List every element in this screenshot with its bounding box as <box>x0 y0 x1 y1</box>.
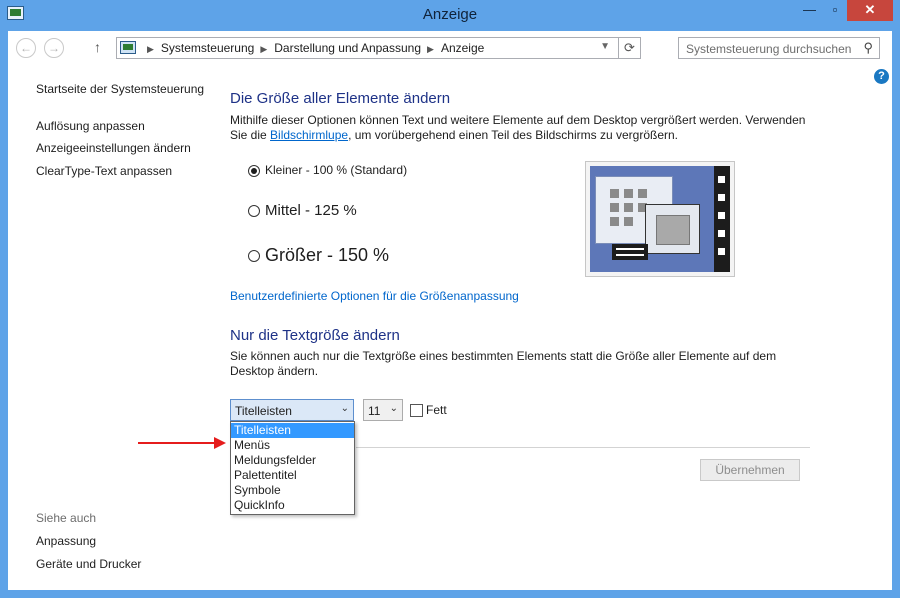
element-select-value: Titelleisten <box>235 404 292 418</box>
section-description-size: Mithilfe dieser Optionen können Text und… <box>230 113 820 143</box>
sidebar-item-personalization[interactable]: Anpassung <box>36 534 96 548</box>
dropdown-option-titelleisten[interactable]: Titelleisten <box>231 423 354 438</box>
search-box[interactable]: Systemsteuerung durchsuchen ⚲ <box>678 37 880 59</box>
chevron-right-icon[interactable]: ▶ <box>427 44 434 54</box>
sidebar-item-display-settings[interactable]: Anzeigeeinstellungen ändern <box>36 141 191 155</box>
custom-scaling-link[interactable]: Benutzerdefinierte Optionen für die Größ… <box>230 289 519 303</box>
minimize-button[interactable]: — <box>796 0 823 21</box>
preview-window <box>645 204 700 254</box>
description-text: , um vorübergehend einen Teil des Bildsc… <box>348 128 679 142</box>
apply-button[interactable]: Übernehmen <box>700 459 800 481</box>
preview-taskbar <box>612 244 648 260</box>
radio-label: Kleiner - 100 % (Standard) <box>265 163 408 177</box>
sidebar-item-resolution[interactable]: Auflösung anpassen <box>36 119 145 133</box>
chevron-down-icon: ⌄ <box>340 403 349 414</box>
radio-button[interactable] <box>248 250 260 263</box>
radio-smaller[interactable]: Kleiner - 100 % (Standard) <box>248 163 407 177</box>
search-placeholder: Systemsteuerung durchsuchen <box>686 42 852 56</box>
chevron-right-icon: ▶ <box>147 44 154 54</box>
window: Anzeige — ▫ ✕ ← → ↑ ▶ Systemsteuerung ▶ Dar… <box>0 0 900 598</box>
arrow-up-icon: ↑ <box>94 39 101 55</box>
section-heading-text-size: Nur die Textgröße ändern <box>230 327 400 344</box>
arrow-head <box>214 437 226 449</box>
window-title: Anzeige <box>422 6 478 23</box>
dropdown-option-tooltips[interactable]: QuickInfo <box>231 498 354 513</box>
breadcrumb-item[interactable]: Systemsteuerung <box>161 41 254 55</box>
breadcrumb-item[interactable]: Darstellung und Anpassung <box>274 41 421 55</box>
font-size-value: 11 <box>368 404 381 418</box>
annotation-arrow-icon <box>138 437 226 449</box>
navigation-bar: ← → ↑ ▶ Systemsteuerung ▶ Darstellung und A… <box>8 31 892 65</box>
radio-label: Mittel - 125 % <box>265 202 357 219</box>
preview-desktop <box>590 166 730 272</box>
maximize-button[interactable]: ▫ <box>823 0 847 21</box>
dropdown-option-palette-titles[interactable]: Palettentitel <box>231 468 354 483</box>
search-icon[interactable]: ⚲ <box>863 40 873 56</box>
dropdown-option-menus[interactable]: Menüs <box>231 438 354 453</box>
title-bar: Anzeige — ▫ ✕ <box>0 0 900 31</box>
back-button[interactable]: ← <box>16 38 36 58</box>
forward-button[interactable]: → <box>44 38 64 58</box>
breadcrumb: ▶ Systemsteuerung ▶ Darstellung und Anpassu… <box>141 41 484 55</box>
chevron-down-icon[interactable]: ▼ <box>600 41 610 52</box>
radio-medium[interactable]: Mittel - 125 % <box>248 202 357 219</box>
section-description-text-size: Sie können auch nur die Textgröße eines … <box>230 349 777 378</box>
dropdown-option-icons[interactable]: Symbole <box>231 483 354 498</box>
section-heading-size: Die Größe aller Elemente ändern <box>230 90 451 107</box>
client-area: ← → ↑ ▶ Systemsteuerung ▶ Darstellung und A… <box>8 31 892 590</box>
radio-larger[interactable]: Größer - 150 % <box>248 245 389 266</box>
preview-charms-bar <box>714 166 730 272</box>
breadcrumb-item[interactable]: Anzeige <box>441 41 484 55</box>
chevron-down-icon: ⌄ <box>389 403 398 414</box>
divider <box>356 447 810 448</box>
sidebar-item-cleartype[interactable]: ClearType-Text anpassen <box>36 164 172 178</box>
checkbox[interactable] <box>410 404 423 418</box>
refresh-icon: ⟳ <box>624 40 635 55</box>
element-select[interactable]: Titelleisten ⌄ <box>230 399 354 421</box>
see-also-heading: Siehe auch <box>36 511 97 525</box>
address-bar[interactable]: ▶ Systemsteuerung ▶ Darstellung und Anpassu… <box>116 37 641 59</box>
font-size-select[interactable]: 11 ⌄ <box>363 399 403 421</box>
close-button[interactable]: ✕ <box>847 0 893 21</box>
up-button[interactable]: ↑ <box>94 39 101 55</box>
bold-checkbox[interactable]: Fett <box>410 403 447 418</box>
control-panel-icon <box>120 41 136 54</box>
radio-button-selected[interactable] <box>248 164 260 177</box>
bold-label: Fett <box>426 403 447 417</box>
radio-label: Größer - 150 % <box>265 245 390 265</box>
chevron-right-icon[interactable]: ▶ <box>260 44 267 54</box>
scaling-preview-image <box>585 161 735 277</box>
arrow-left-icon: ← <box>20 41 32 55</box>
magnifier-link[interactable]: Bildschirmlupe <box>270 128 348 142</box>
refresh-button[interactable]: ⟳ <box>618 38 640 58</box>
help-icon[interactable]: ? <box>874 69 889 84</box>
sidebar-item-home[interactable]: Startseite der Systemsteuerung <box>36 82 204 96</box>
arrow-shaft <box>138 442 216 444</box>
element-dropdown-list: Titelleisten Menüs Meldungsfelder Palett… <box>230 421 355 515</box>
arrow-right-icon: → <box>48 41 60 55</box>
sidebar-item-devices-printers[interactable]: Geräte und Drucker <box>36 557 141 571</box>
radio-button[interactable] <box>248 205 260 218</box>
dropdown-option-message-boxes[interactable]: Meldungsfelder <box>231 453 354 468</box>
